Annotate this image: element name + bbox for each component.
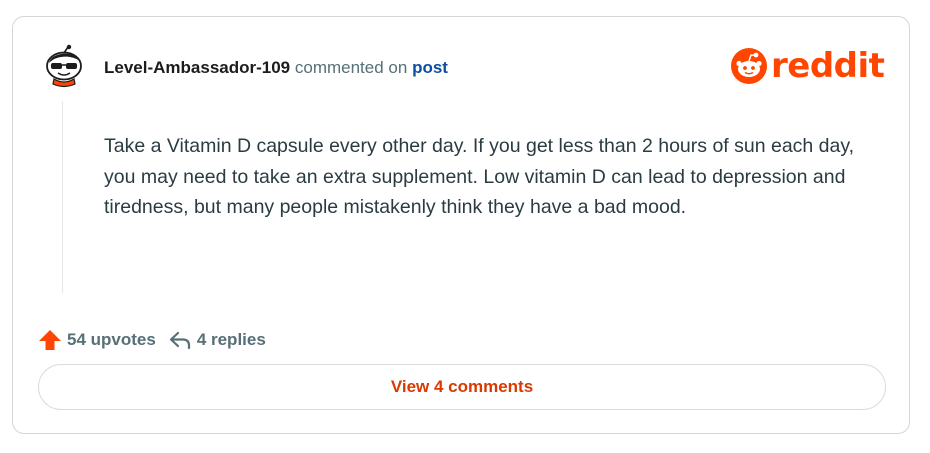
post-link[interactable]: post	[412, 58, 448, 77]
reply-arrow-icon	[168, 328, 192, 352]
reddit-logo[interactable]: reddit	[731, 46, 885, 86]
comment-body: Take a Vitamin D capsule every other day…	[104, 135, 855, 218]
reddit-logo-text: reddit	[771, 46, 885, 86]
comment-stats: 54 upvotes 4 replies	[38, 328, 266, 352]
view-comments-button[interactable]: View 4 comments	[38, 364, 886, 410]
commented-on-text: commented on	[294, 58, 408, 77]
reddit-snoo-icon	[731, 48, 767, 84]
upvotes-count: 54 upvotes	[67, 330, 156, 349]
username-link[interactable]: Level-Ambassador-109	[104, 58, 290, 77]
comment-card: Level-Ambassador-109 commented on post r…	[12, 16, 910, 434]
replies-count: 4 replies	[196, 330, 266, 349]
comment-header: Level-Ambassador-109 commented on post	[104, 57, 448, 79]
upvotes-stat[interactable]: 54 upvotes	[38, 328, 156, 352]
upvote-arrow-icon	[38, 328, 62, 352]
snoo-avatar-icon	[46, 44, 82, 88]
replies-stat[interactable]: 4 replies	[168, 328, 266, 352]
user-avatar[interactable]	[41, 44, 87, 90]
thread-line[interactable]	[62, 101, 63, 293]
